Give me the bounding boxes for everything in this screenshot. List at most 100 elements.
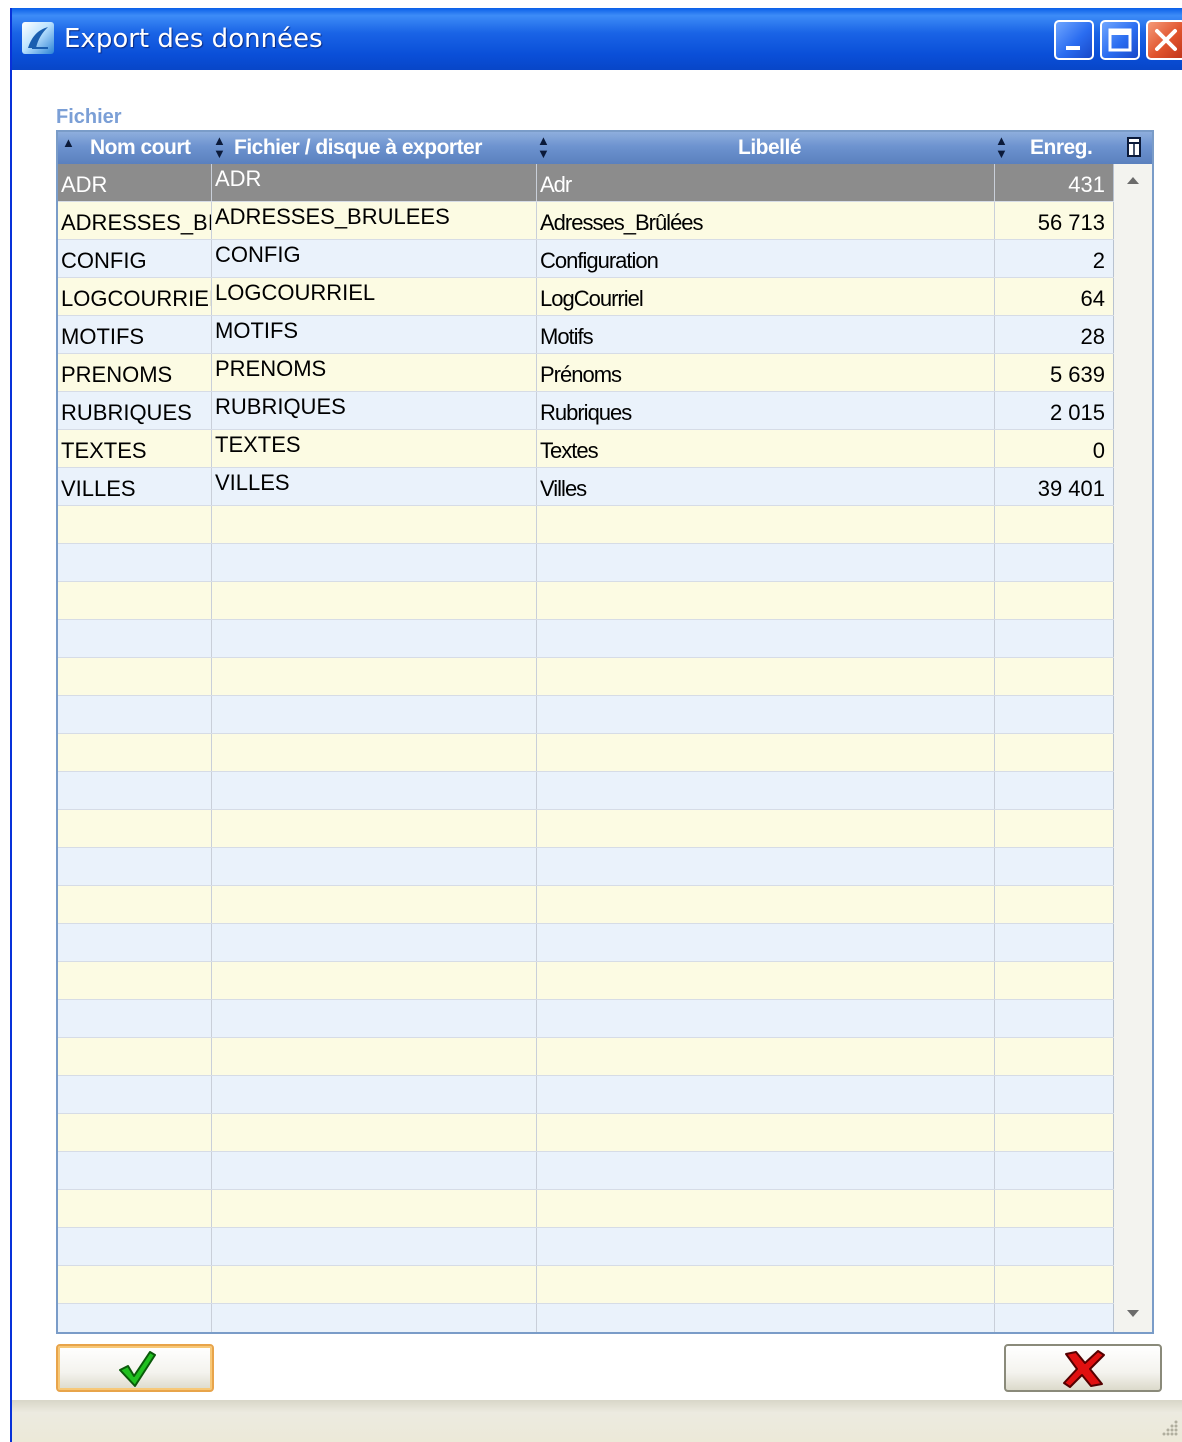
- close-button[interactable]: [1146, 20, 1182, 60]
- ok-button[interactable]: [56, 1344, 214, 1392]
- cell-enreg: [995, 1114, 1114, 1151]
- cell-libelle: [537, 1114, 995, 1151]
- table-row[interactable]: LOGCOURRIEI LOGCOURRIEL LogCourriel 64: [58, 278, 1114, 316]
- cell-enreg: [995, 1228, 1114, 1265]
- cell-fichier: [212, 1228, 537, 1265]
- cell-enreg: [995, 848, 1114, 885]
- cell-enreg: [995, 1000, 1114, 1037]
- column-header-libelle[interactable]: Libellé: [738, 132, 802, 164]
- cell-fichier: PRENOMS: [212, 354, 537, 391]
- title-bar[interactable]: Export des données: [12, 8, 1182, 70]
- cell-fichier: LOGCOURRIEL: [212, 278, 537, 315]
- cell-libelle: [537, 1304, 995, 1332]
- column-header-enreg[interactable]: Enreg.: [1030, 132, 1093, 164]
- cell-nom-court: PRENOMS: [58, 354, 212, 391]
- cell-enreg: 2: [995, 240, 1114, 277]
- empty-row: [58, 1190, 1114, 1228]
- cell-libelle: [537, 1000, 995, 1037]
- cell-fichier: [212, 1190, 537, 1227]
- minimize-icon: [1066, 46, 1080, 50]
- maximize-button[interactable]: [1100, 20, 1140, 60]
- empty-row: [58, 810, 1114, 848]
- cell-fichier: [212, 1000, 537, 1037]
- cell-enreg: [995, 658, 1114, 695]
- export-dialog-window: Export des données Fichier ▲ Nom court ▲…: [10, 8, 1182, 1442]
- table-row[interactable]: PRENOMS PRENOMS Prénoms 5 639: [58, 354, 1114, 392]
- cell-libelle: Rubriques: [537, 392, 995, 429]
- cell-nom-court: MOTIFS: [58, 316, 212, 353]
- cell-libelle: [537, 1038, 995, 1075]
- empty-row: [58, 544, 1114, 582]
- empty-row: [58, 582, 1114, 620]
- empty-row: [58, 1266, 1114, 1304]
- empty-row: [58, 696, 1114, 734]
- cell-fichier: [212, 658, 537, 695]
- cell-enreg: [995, 582, 1114, 619]
- cell-nom-court: [58, 658, 212, 695]
- cell-fichier: [212, 582, 537, 619]
- cell-fichier: [212, 810, 537, 847]
- cell-libelle: [537, 1266, 995, 1303]
- cell-nom-court: [58, 1000, 212, 1037]
- cell-nom-court: RUBRIQUES: [58, 392, 212, 429]
- empty-row: [58, 620, 1114, 658]
- cell-fichier: ADRESSES_BRULEES: [212, 202, 537, 239]
- table-row[interactable]: ADRESSES_BI ADRESSES_BRULEES Adresses_Brûl…: [58, 202, 1114, 240]
- cell-enreg: [995, 810, 1114, 847]
- vertical-scrollbar[interactable]: [1114, 164, 1152, 1332]
- cell-libelle: [537, 696, 995, 733]
- scroll-up-icon[interactable]: [1114, 164, 1152, 200]
- column-header-fichier[interactable]: Fichier / disque à exporter: [234, 132, 482, 164]
- table-row[interactable]: MOTIFS MOTIFS Motifs 28: [58, 316, 1114, 354]
- cancel-button[interactable]: [1004, 1344, 1162, 1392]
- cell-enreg: [995, 696, 1114, 733]
- resize-grip-icon[interactable]: [1160, 1418, 1180, 1438]
- column-header-nom-court[interactable]: Nom court: [90, 132, 191, 164]
- cell-libelle: [537, 1190, 995, 1227]
- cell-fichier: [212, 886, 537, 923]
- cell-enreg: [995, 506, 1114, 543]
- empty-row: [58, 848, 1114, 886]
- close-icon: [1155, 29, 1177, 51]
- cell-fichier: [212, 1038, 537, 1075]
- cell-libelle: [537, 734, 995, 771]
- cell-nom-court: [58, 582, 212, 619]
- cell-libelle: [537, 1152, 995, 1189]
- sort-toggle-icon[interactable]: ▲ ▼: [213, 134, 226, 160]
- cell-fichier: [212, 1076, 537, 1113]
- empty-row: [58, 772, 1114, 810]
- cell-fichier: VILLES: [212, 468, 537, 505]
- cell-libelle: [537, 544, 995, 581]
- sort-toggle-icon[interactable]: ▲ ▼: [537, 134, 550, 160]
- cell-enreg: [995, 1152, 1114, 1189]
- table-row[interactable]: VILLES VILLES Villes 39 401: [58, 468, 1114, 506]
- cell-enreg: [995, 734, 1114, 771]
- table-row[interactable]: RUBRIQUES RUBRIQUES Rubriques 2 015: [58, 392, 1114, 430]
- cell-fichier: [212, 848, 537, 885]
- empty-row: [58, 734, 1114, 772]
- cell-nom-court: [58, 1228, 212, 1265]
- table-row[interactable]: TEXTES TEXTES Textes 0: [58, 430, 1114, 468]
- cell-fichier: [212, 772, 537, 809]
- cell-libelle: Textes: [537, 430, 995, 467]
- cell-libelle: [537, 658, 995, 695]
- cell-libelle: LogCourriel: [537, 278, 995, 315]
- cell-nom-court: [58, 620, 212, 657]
- table-row[interactable]: CONFIG CONFIG Configuration 2: [58, 240, 1114, 278]
- minimize-button[interactable]: [1054, 20, 1094, 60]
- scroll-down-icon[interactable]: [1114, 1296, 1152, 1332]
- cell-libelle: [537, 1076, 995, 1113]
- cell-nom-court: [58, 1076, 212, 1113]
- cell-nom-court: [58, 924, 212, 961]
- cell-libelle: [537, 620, 995, 657]
- column-chooser-icon[interactable]: [1124, 134, 1144, 160]
- cell-libelle: Adresses_Brûlées: [537, 202, 995, 239]
- cell-fichier: [212, 696, 537, 733]
- sort-toggle-icon[interactable]: ▲ ▼: [995, 134, 1008, 160]
- sort-asc-icon[interactable]: ▲: [62, 136, 75, 149]
- cell-fichier: ADR: [212, 164, 537, 201]
- cell-libelle: Prénoms: [537, 354, 995, 391]
- empty-row: [58, 1000, 1114, 1038]
- table-row[interactable]: ADR ADR Adr 431: [58, 164, 1114, 202]
- empty-row: [58, 1228, 1114, 1266]
